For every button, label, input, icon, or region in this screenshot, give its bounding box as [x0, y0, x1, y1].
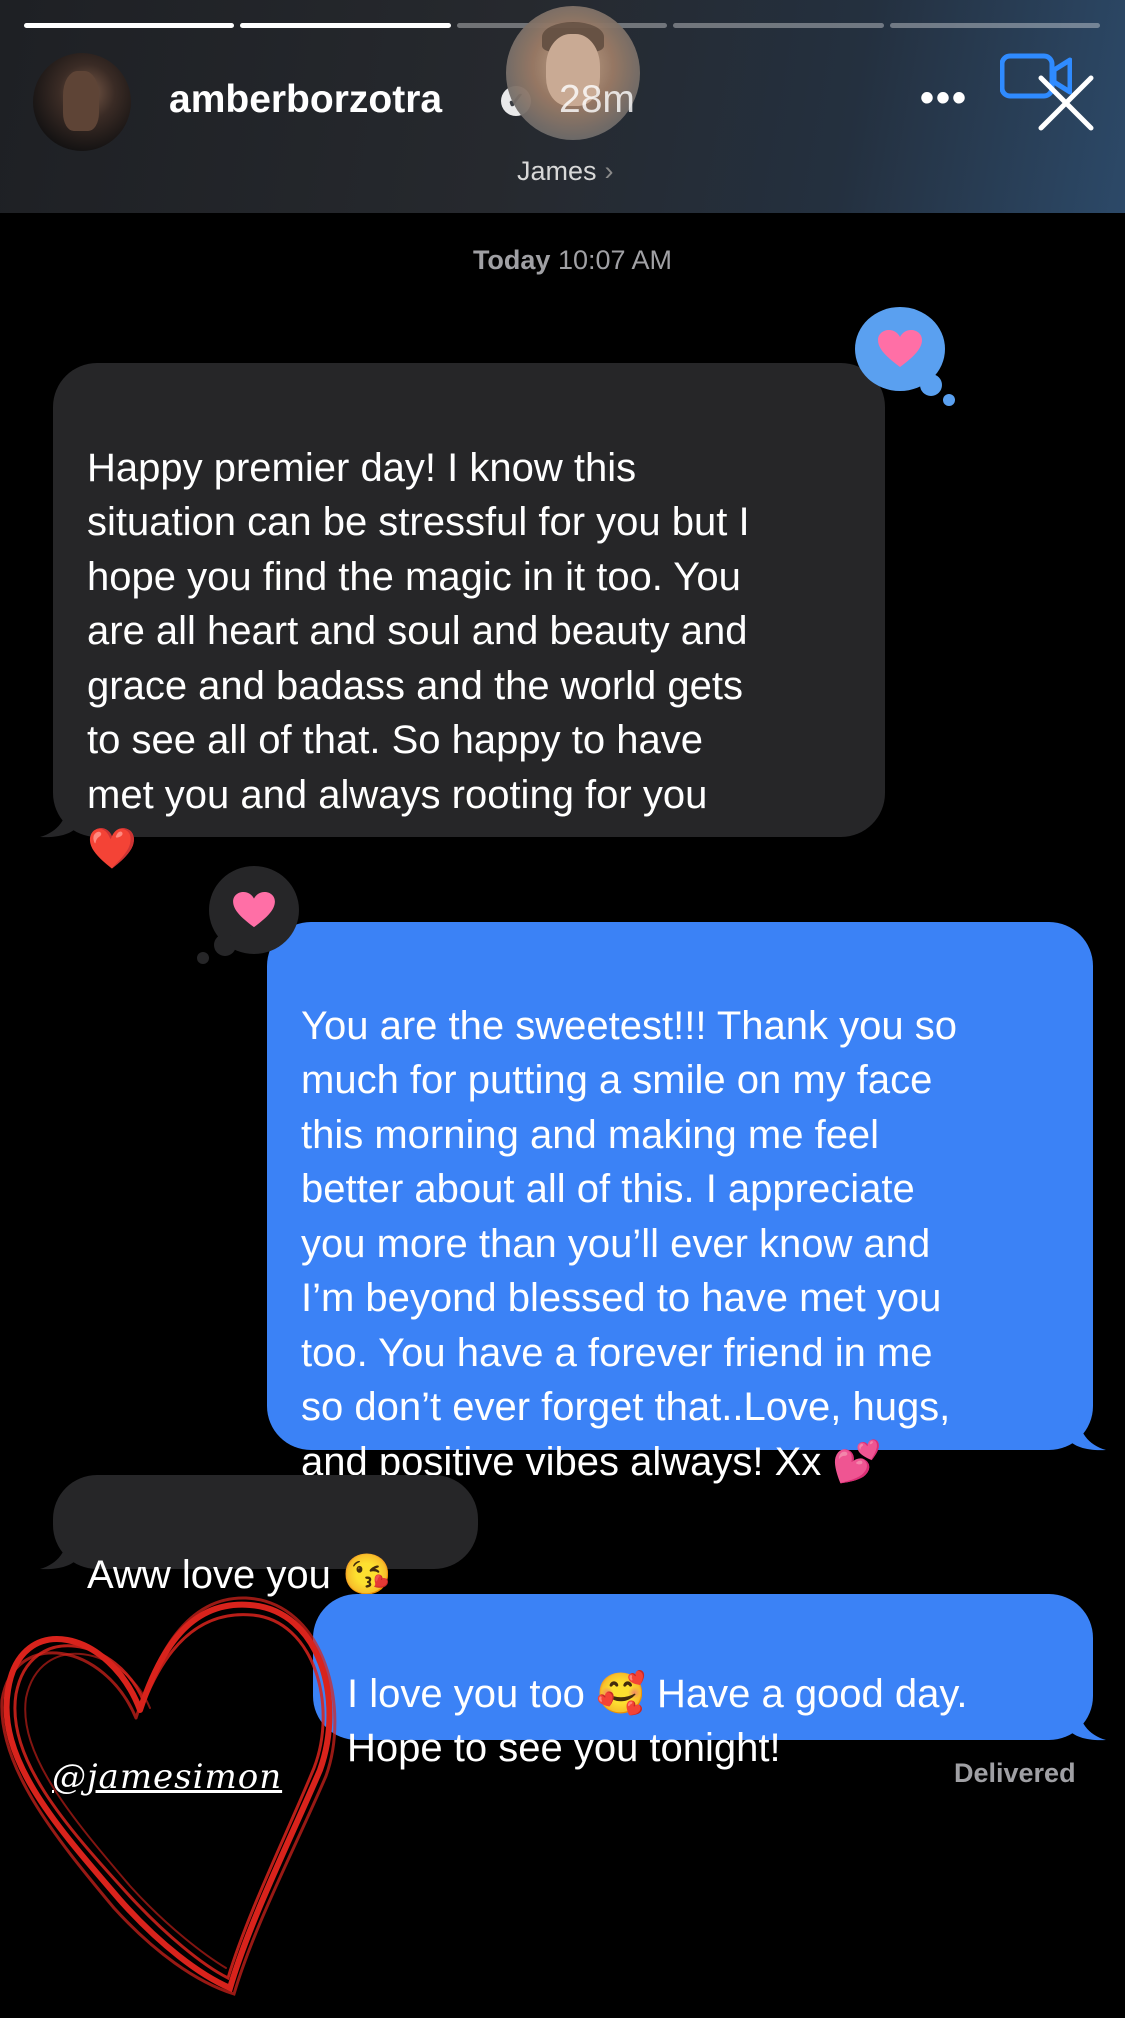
heart-icon: [233, 891, 275, 928]
timestamp-time: 10:07 AM: [557, 245, 673, 275]
bubble-tail: [1068, 1413, 1106, 1451]
outgoing-message-bubble[interactable]: I love you too 🥰 Have a good day. Hope t…: [313, 1594, 1093, 1770]
message-text: I love you too 🥰 Have a good day. Hope t…: [347, 1671, 968, 1771]
more-options-icon[interactable]: •••: [920, 76, 968, 121]
tapback-tail-dot: [197, 952, 209, 964]
story-time-ago: 28m: [559, 78, 635, 121]
progress-segment: [673, 23, 884, 28]
sticker-mention[interactable]: @jamesimon: [52, 1757, 282, 1797]
story-header: amberborzotra ✓ 28m ••• James›: [0, 0, 1125, 213]
delivery-status: Delivered: [954, 1758, 1076, 1788]
story-username[interactable]: amberborzotra: [169, 78, 442, 122]
timestamp-day: Today: [472, 245, 551, 275]
contact-name[interactable]: James ›: [517, 156, 614, 187]
bubble-tail: [40, 1532, 78, 1570]
chevron-right-icon: ›: [604, 156, 614, 186]
message-text: You are the sweetest!!! Thank you so muc…: [301, 1003, 957, 1484]
bubble-tail: [40, 800, 78, 838]
heart-icon: [878, 330, 922, 367]
incoming-message-bubble[interactable]: Happy premier day! I know this situation…: [53, 363, 885, 871]
message-text: Happy premier day! I know this situation…: [87, 445, 750, 872]
story-author-avatar[interactable]: [33, 53, 131, 151]
tapback-tail-dot: [920, 374, 942, 396]
close-icon[interactable]: [1035, 72, 1097, 134]
progress-segment: [889, 23, 1101, 28]
tapback-tail-dot: [214, 934, 236, 956]
outgoing-message-bubble[interactable]: You are the sweetest!!! Thank you so muc…: [267, 922, 1093, 1484]
incoming-message-bubble[interactable]: Aww love you 😘: [53, 1475, 478, 1597]
progress-segment: [240, 23, 451, 28]
tapback-tail-dot: [943, 394, 955, 406]
bubble-tail: [1068, 1703, 1106, 1741]
contact-name-label: James: [517, 156, 597, 186]
progress-segment: [24, 23, 235, 28]
message-timestamp: Today 10:07 AM: [0, 245, 1125, 276]
